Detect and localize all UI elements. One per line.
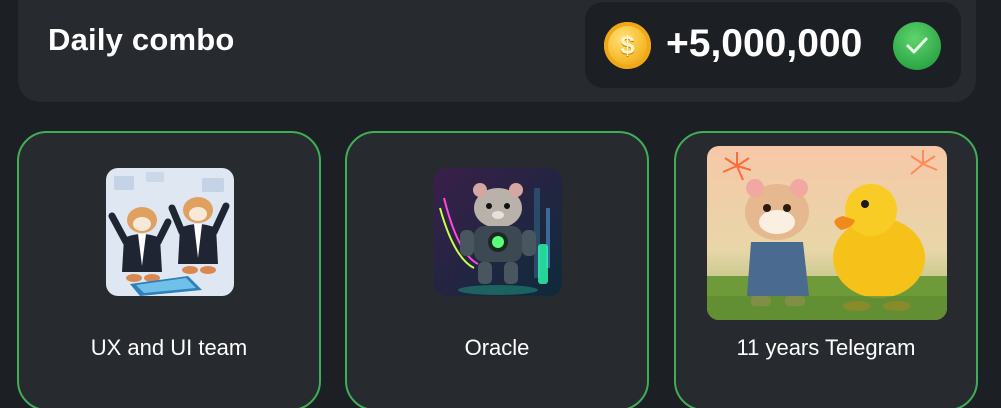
checkmark-icon <box>893 22 941 70</box>
combo-card-11-years-telegram[interactable]: 11 years Telegram <box>674 131 978 408</box>
combo-card-ux-ui-team[interactable]: UX and UI team <box>17 131 321 408</box>
page-title: Daily combo <box>48 22 235 57</box>
reward-amount: +5,000,000 <box>666 22 863 65</box>
coin-icon: $ <box>604 22 651 69</box>
daily-combo-screen: Daily combo $ +5,000,000 UX and UI team … <box>0 0 1001 408</box>
robot-hamster-illustration <box>434 168 562 296</box>
combo-card-oracle[interactable]: Oracle <box>345 131 649 408</box>
hamsters-in-suits-illustration <box>106 168 234 296</box>
coin-symbol: $ <box>620 30 635 60</box>
card-label: 11 years Telegram <box>736 335 916 360</box>
hamster-and-duck-illustration <box>707 146 947 320</box>
card-label: UX and UI team <box>90 335 248 360</box>
card-label: Oracle <box>464 335 530 360</box>
